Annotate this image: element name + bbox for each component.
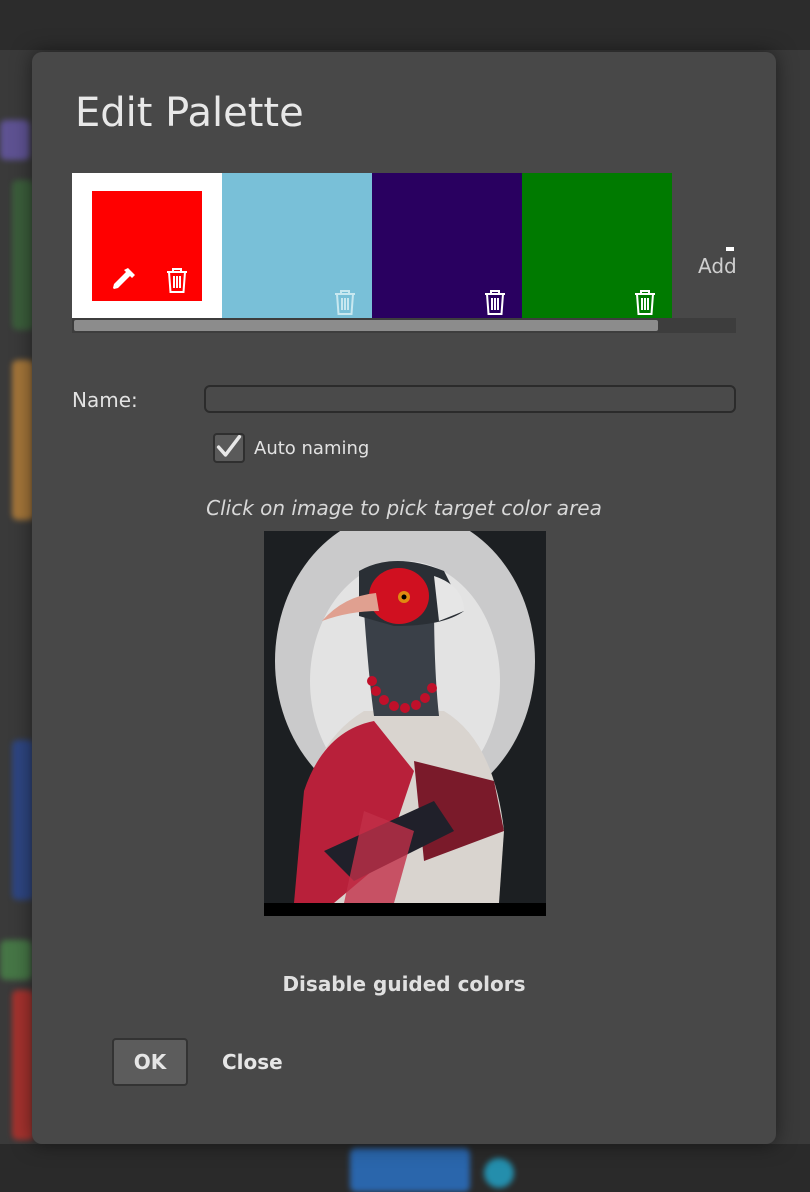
trash-icon[interactable] (334, 289, 356, 315)
close-button[interactable]: Close (222, 1050, 283, 1074)
background-blob (0, 940, 32, 980)
background-blob (12, 360, 34, 520)
bird-portrait-image (264, 531, 546, 916)
pick-color-hint: Click on image to pick target color area (206, 496, 602, 520)
background-blob (0, 120, 30, 160)
add-label: Add (698, 254, 736, 278)
ok-button[interactable]: OK (112, 1038, 188, 1086)
palette-strip: Add (72, 173, 736, 333)
add-color-button[interactable]: Add (698, 237, 736, 297)
add-icon (726, 247, 734, 251)
background-blob (350, 1148, 470, 1192)
trash-icon[interactable] (634, 289, 656, 315)
background-toolbar (0, 0, 810, 50)
background-blob (12, 990, 34, 1140)
disable-guided-colors-button[interactable]: Disable guided colors (32, 972, 776, 996)
swatch-color-1 (92, 191, 202, 301)
palette-scrollbar-thumb[interactable] (74, 320, 658, 331)
palette-swatch-1[interactable] (72, 173, 222, 318)
trash-icon[interactable] (166, 267, 188, 293)
name-label: Name: (72, 388, 138, 412)
checkmark-icon (216, 435, 242, 457)
edit-palette-dialog: Edit Palette Add Name: Auto naming Click… (32, 52, 776, 1144)
palette-swatch-4[interactable] (522, 173, 672, 318)
eyedropper-icon[interactable] (108, 265, 138, 295)
background-blob (484, 1158, 514, 1188)
palette-swatch-3[interactable] (372, 173, 522, 318)
trash-icon[interactable] (484, 289, 506, 315)
palette-scrollbar[interactable] (72, 318, 736, 333)
background-blob (12, 180, 34, 330)
target-image-preview[interactable] (264, 531, 546, 916)
auto-naming-checkbox[interactable] (213, 433, 245, 463)
dialog-title: Edit Palette (75, 90, 304, 136)
palette-swatch-2[interactable] (222, 173, 372, 318)
background-blob (12, 740, 34, 900)
name-input[interactable] (204, 385, 736, 413)
auto-naming-label[interactable]: Auto naming (254, 438, 369, 459)
